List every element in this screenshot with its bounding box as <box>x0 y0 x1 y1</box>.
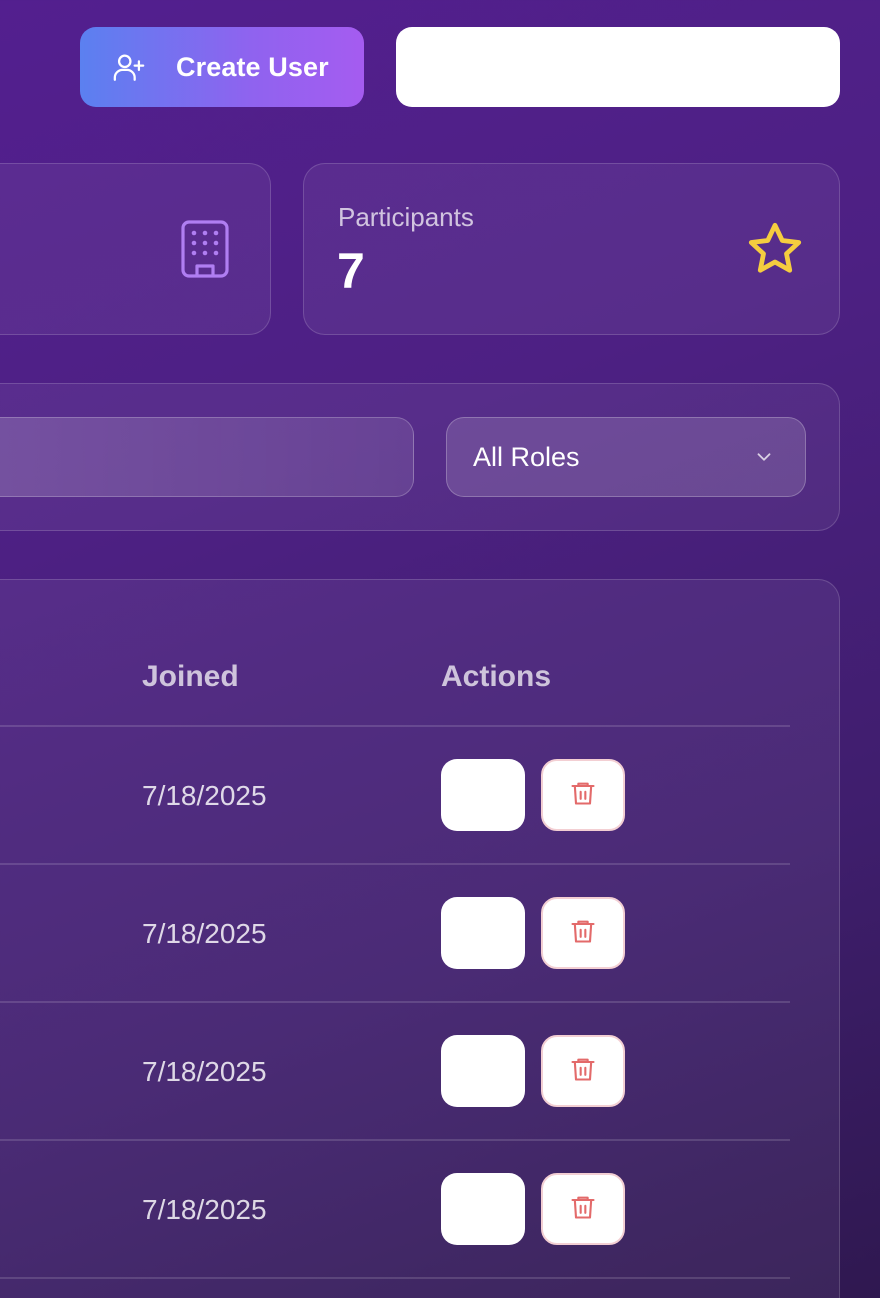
participants-label: Participants <box>338 202 474 232</box>
delete-button[interactable] <box>541 759 625 831</box>
participants-value: 7 <box>337 243 365 299</box>
table-header-divider <box>0 725 790 727</box>
role-filter-value: All Roles <box>473 441 580 472</box>
create-user-label: Create User <box>176 51 329 82</box>
trash-icon <box>569 916 597 951</box>
row-joined-date: 7/18/2025 <box>142 780 267 811</box>
star-icon <box>744 219 806 284</box>
trash-icon <box>569 1192 597 1227</box>
chevron-down-icon <box>753 446 775 473</box>
row-joined-date: 7/18/2025 <box>142 918 267 949</box>
trash-icon <box>569 1054 597 1089</box>
row-divider <box>0 863 790 865</box>
row-joined-date: 7/18/2025 <box>142 1056 267 1087</box>
trash-icon <box>569 778 597 813</box>
delete-button[interactable] <box>541 1035 625 1107</box>
stat-card-participants: Participants 7 <box>303 163 840 335</box>
row-divider <box>0 1139 790 1141</box>
edit-button[interactable] <box>441 897 525 969</box>
edit-button[interactable] <box>441 759 525 831</box>
create-user-button[interactable]: Create User <box>80 27 364 107</box>
user-plus-icon <box>112 50 146 84</box>
delete-button[interactable] <box>541 1173 625 1245</box>
row-divider <box>0 1001 790 1003</box>
building-icon <box>179 219 237 286</box>
edit-button[interactable] <box>441 1035 525 1107</box>
role-filter-select[interactable]: All Roles <box>446 417 806 497</box>
header-action-button[interactable] <box>396 27 840 107</box>
row-joined-date: 7/18/2025 <box>142 1194 267 1225</box>
users-table-panel <box>0 579 840 1298</box>
edit-button[interactable] <box>441 1173 525 1245</box>
column-header-actions: Actions <box>441 660 552 693</box>
column-header-joined: Joined <box>142 660 239 693</box>
search-input[interactable] <box>0 417 414 497</box>
row-divider <box>0 1277 790 1279</box>
delete-button[interactable] <box>541 897 625 969</box>
stat-card-organizations <box>0 163 271 335</box>
